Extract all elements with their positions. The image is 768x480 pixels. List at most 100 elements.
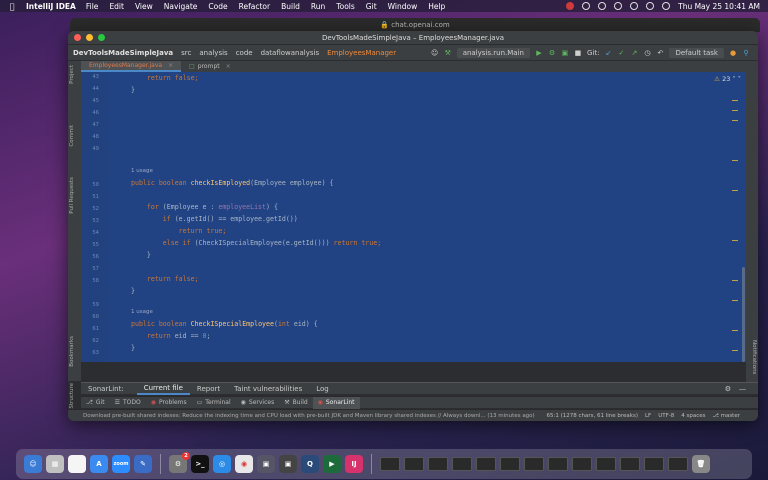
close-icon[interactable]: × xyxy=(226,63,231,70)
history-icon[interactable]: ◷ xyxy=(643,49,651,57)
chevron-down-icon[interactable]: ˅ xyxy=(738,75,741,83)
screen-recorder-icon[interactable]: ▣ xyxy=(257,455,275,473)
git-commit-icon[interactable]: ✓ xyxy=(617,49,625,57)
menu-navigate[interactable]: Navigate xyxy=(164,2,198,11)
breadcrumb-src[interactable]: src xyxy=(181,49,191,57)
run-icon[interactable]: ▶ xyxy=(535,49,543,57)
search-icon[interactable] xyxy=(646,2,655,10)
tool-structure[interactable]: Structure xyxy=(69,383,75,409)
git-push-icon[interactable]: ↗ xyxy=(630,49,638,57)
status-icon-1[interactable] xyxy=(582,2,591,10)
stripe-mark[interactable] xyxy=(732,100,738,101)
minimized-window-thumbnail[interactable] xyxy=(452,457,472,471)
safari-icon[interactable]: ◎ xyxy=(213,455,231,473)
minimized-window-thumbnail[interactable] xyxy=(524,457,544,471)
toolwin-todo[interactable]: ☰ TODO xyxy=(110,397,146,409)
quicktime-icon[interactable]: Q xyxy=(301,455,319,473)
breadcrumb-project[interactable]: DevToolsMadeSimpleJava xyxy=(73,49,173,57)
menu-app-name[interactable]: IntelliJ IDEA xyxy=(26,2,76,11)
notes-icon[interactable] xyxy=(68,455,86,473)
minimized-window-thumbnail[interactable] xyxy=(596,457,616,471)
menu-git[interactable]: Git xyxy=(366,2,377,11)
indent-setting[interactable]: 4 spaces xyxy=(681,413,705,419)
terminal-icon[interactable]: >_ xyxy=(191,455,209,473)
vertical-scrollbar[interactable] xyxy=(742,267,745,362)
file-encoding[interactable]: UTF-8 xyxy=(658,413,674,419)
tab-report[interactable]: Report xyxy=(190,383,227,395)
toolwin-terminal[interactable]: ▭ Terminal xyxy=(192,397,236,409)
stripe-mark[interactable] xyxy=(732,300,738,301)
breadcrumb-analysis[interactable]: analysis xyxy=(199,49,227,57)
stripe-mark[interactable] xyxy=(732,280,738,281)
tab-log[interactable]: Log xyxy=(309,383,336,395)
rollback-icon[interactable]: ↶ xyxy=(656,49,664,57)
build-hammer-icon[interactable]: ⚒ xyxy=(444,49,452,57)
stripe-mark[interactable] xyxy=(732,240,738,241)
photo-booth-icon[interactable]: ▣ xyxy=(279,455,297,473)
user-icon[interactable]: ☺ xyxy=(431,49,439,57)
tab-employees-manager[interactable]: EmployeesManager.java × xyxy=(81,61,182,72)
minimized-window-thumbnail[interactable] xyxy=(644,457,664,471)
wifi-icon[interactable] xyxy=(630,2,639,10)
menu-refactor[interactable]: Refactor xyxy=(239,2,270,11)
pycharm-icon[interactable]: ▶ xyxy=(323,455,341,473)
record-icon[interactable] xyxy=(566,2,575,10)
menu-build[interactable]: Build xyxy=(281,2,300,11)
toolwin-sonarlint[interactable]: ◉ SonarLint xyxy=(312,396,360,409)
breadcrumb-file[interactable]: EmployeesManager xyxy=(327,49,396,57)
minimized-window-thumbnail[interactable] xyxy=(668,457,688,471)
toolwin-git[interactable]: ⎇ Git xyxy=(81,397,110,409)
minimized-window-thumbnail[interactable] xyxy=(572,457,592,471)
stripe-mark[interactable] xyxy=(732,190,738,191)
stripe-mark[interactable] xyxy=(732,110,738,111)
toolwin-build[interactable]: ⚒ Build xyxy=(279,397,312,409)
usage-hint[interactable]: 1 usage xyxy=(131,309,153,315)
usage-hint[interactable]: 1 usage xyxy=(131,168,153,174)
minimized-window-thumbnail[interactable] xyxy=(380,457,400,471)
menu-file[interactable]: File xyxy=(86,2,99,11)
system-settings-icon[interactable]: ⚙ 2 xyxy=(169,452,190,473)
minimized-window-thumbnail[interactable] xyxy=(548,457,568,471)
menu-help[interactable]: Help xyxy=(428,2,445,11)
menu-view[interactable]: View xyxy=(135,2,153,11)
line-separator[interactable]: LF xyxy=(645,413,651,419)
caret-position[interactable]: 65:1 (1278 chars, 61 line breaks) xyxy=(546,413,638,419)
minimize-icon[interactable]: — xyxy=(739,385,746,393)
tool-pull-requests[interactable]: Pull Requests xyxy=(69,177,75,214)
git-update-icon[interactable]: ↙ xyxy=(604,49,612,57)
launchpad-icon[interactable]: ▦ xyxy=(46,455,64,473)
breadcrumb-dataflowanalysis[interactable]: dataflowanalysis xyxy=(261,49,320,57)
tool-bookmarks[interactable]: Bookmarks xyxy=(69,336,75,367)
gear-icon[interactable]: ⚙ xyxy=(725,385,731,393)
git-branch[interactable]: ⎇ master xyxy=(713,413,741,419)
finder-icon[interactable]: ☺ xyxy=(24,455,42,473)
chevron-up-icon[interactable]: ˄ xyxy=(732,75,735,83)
status-icon-2[interactable] xyxy=(598,2,607,10)
stripe-mark[interactable] xyxy=(732,120,738,121)
minimized-window-thumbnail[interactable] xyxy=(500,457,520,471)
menu-tools[interactable]: Tools xyxy=(336,2,354,11)
code-editor[interactable]: 43 44 45 46 47 48 49 50 51 52 53 54 55 5… xyxy=(81,72,746,362)
menu-edit[interactable]: Edit xyxy=(109,2,124,11)
minimized-window-thumbnail[interactable] xyxy=(428,457,448,471)
tool-commit[interactable]: Commit xyxy=(69,125,75,147)
trash-icon[interactable]: 🗑 xyxy=(692,455,710,473)
menubar-clock[interactable]: Thu May 25 10:41 AM xyxy=(678,2,760,11)
stop-icon[interactable]: ■ xyxy=(574,49,582,57)
chrome-icon[interactable]: ◉ xyxy=(235,455,253,473)
stripe-mark[interactable] xyxy=(732,330,738,331)
minimized-window-thumbnail[interactable] xyxy=(404,457,424,471)
toolwin-problems[interactable]: ◉ Problems xyxy=(146,397,192,409)
app-store-icon[interactable]: A xyxy=(90,455,108,473)
apple-icon[interactable]:  xyxy=(6,2,18,11)
toolwin-services[interactable]: ◉ Services xyxy=(236,397,280,409)
stripe-mark[interactable] xyxy=(732,350,738,351)
run-configuration-select[interactable]: analysis.run.Main xyxy=(456,47,530,58)
stripe-mark[interactable] xyxy=(732,160,738,161)
menu-window[interactable]: Window xyxy=(388,2,418,11)
inspection-widget[interactable]: ⚠ 23 ˄ ˅ xyxy=(714,75,741,83)
minimized-window-thumbnail[interactable] xyxy=(620,457,640,471)
task-select[interactable]: Default task xyxy=(669,47,724,58)
tool-notifications[interactable]: Notifications xyxy=(751,340,757,374)
debug-icon[interactable]: ⚙ xyxy=(548,49,556,57)
